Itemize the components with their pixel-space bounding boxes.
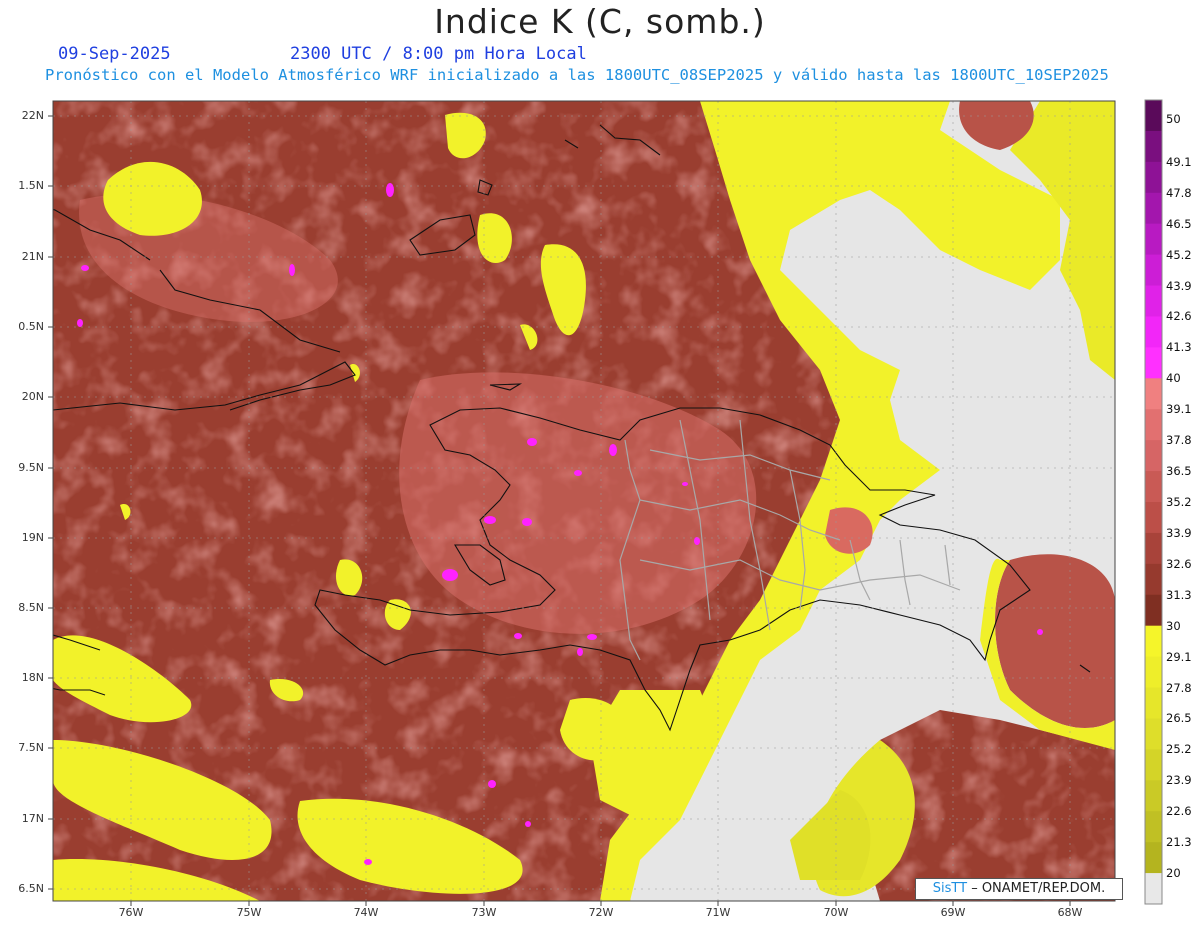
colorbar-swatch: [1145, 656, 1162, 689]
colorbar-swatch: [1145, 594, 1162, 627]
colorbar-label: 39.1: [1166, 402, 1192, 417]
map-field: [53, 101, 1115, 901]
colorbar-swatch: [1145, 285, 1162, 317]
colorbar-swatch: [1145, 409, 1162, 441]
colorbar-swatch: [1145, 563, 1162, 596]
lat-label: 18N: [21, 671, 44, 684]
colorbar-label: 23.9: [1166, 773, 1192, 788]
colorbar-swatch: [1145, 130, 1162, 163]
colorbar-label: 43.9: [1166, 278, 1192, 293]
lon-label: 74W: [353, 906, 379, 919]
colorbar-swatch: [1145, 254, 1162, 287]
lon-label: 69W: [940, 906, 966, 919]
credit-brand: SisTT: [932, 881, 968, 896]
colorbar-swatch: [1145, 223, 1162, 256]
colorbar-swatch: [1145, 316, 1162, 348]
colorbar-label: 45.2: [1166, 247, 1192, 262]
colorbar-swatch: [1145, 687, 1162, 719]
colorbar-swatch: [1145, 749, 1162, 781]
colorbar-swatch: [1145, 718, 1162, 750]
colorbar-label: 41.3: [1166, 340, 1192, 355]
lat-label: 8.5N: [18, 601, 44, 614]
lon-label: 73W: [471, 906, 497, 919]
colorbar-swatch: [1145, 440, 1162, 472]
colorbar-label: 32.6: [1166, 556, 1192, 571]
lon-label: 72W: [588, 906, 614, 919]
colorbar-label: 50: [1166, 111, 1181, 126]
colorbar-label: 49.1: [1166, 154, 1192, 169]
colorbar-swatch: [1145, 873, 1162, 905]
colorbar-swatch: [1145, 811, 1162, 843]
colorbar-label: 47.8: [1166, 185, 1192, 200]
colorbar: [1144, 99, 1163, 905]
colorbar-label: 27.8: [1166, 680, 1192, 695]
colorbar-label: 21.3: [1166, 835, 1192, 850]
colorbar-swatch: [1145, 780, 1162, 812]
colorbar-swatch: [1145, 471, 1162, 503]
lat-label: 1.5N: [18, 179, 44, 192]
colorbar-swatch: [1145, 502, 1162, 534]
colorbar-swatch: [1145, 192, 1162, 225]
colorbar-label: 42.6: [1166, 309, 1192, 324]
k-index-map: [48, 99, 1163, 906]
colorbar-swatch: [1145, 161, 1162, 194]
colorbar-swatch: [1145, 532, 1162, 565]
colorbar-swatch: [1145, 100, 1162, 132]
colorbar-label: 35.2: [1166, 495, 1192, 509]
colorbar-swatch: [1145, 347, 1162, 379]
colorbar-swatch: [1145, 625, 1162, 658]
colorbar-label: 20: [1166, 866, 1181, 881]
lon-label: 70W: [823, 906, 849, 919]
lat-label: 0.5N: [18, 320, 44, 333]
lon-label: 76W: [118, 906, 144, 919]
lat-label: 7.5N: [18, 741, 44, 754]
colorbar-swatch: [1145, 842, 1162, 874]
lon-label: 68W: [1057, 906, 1083, 919]
lat-label: 6.5N: [18, 882, 44, 895]
credit-text: – ONAMET/REP.DOM.: [967, 881, 1106, 896]
colorbar-label: 31.3: [1166, 587, 1192, 602]
colorbar-label: 30: [1166, 618, 1181, 633]
colorbar-label: 33.9: [1166, 525, 1192, 540]
colorbar-label: 36.5: [1166, 464, 1192, 479]
colorbar-label: 37.8: [1166, 433, 1192, 448]
lon-label: 75W: [236, 906, 262, 919]
lon-label: 71W: [705, 906, 731, 919]
lat-label: 22N: [21, 109, 44, 122]
lat-label: 9.5N: [18, 461, 44, 474]
colorbar-label: 29.1: [1166, 649, 1192, 664]
colorbar-label: 40: [1166, 371, 1181, 386]
lat-label: 20N: [21, 390, 44, 403]
lat-label: 21N: [21, 250, 44, 263]
lat-label: 17N: [21, 812, 44, 825]
credit-box: SisTT – ONAMET/REP.DOM.: [915, 878, 1123, 900]
colorbar-swatch: [1145, 378, 1162, 410]
lat-label: 19N: [21, 531, 44, 544]
colorbar-label: 46.5: [1166, 216, 1192, 231]
colorbar-label: 22.6: [1166, 804, 1192, 819]
colorbar-label: 26.5: [1166, 711, 1192, 726]
colorbar-label: 25.2: [1166, 742, 1192, 757]
